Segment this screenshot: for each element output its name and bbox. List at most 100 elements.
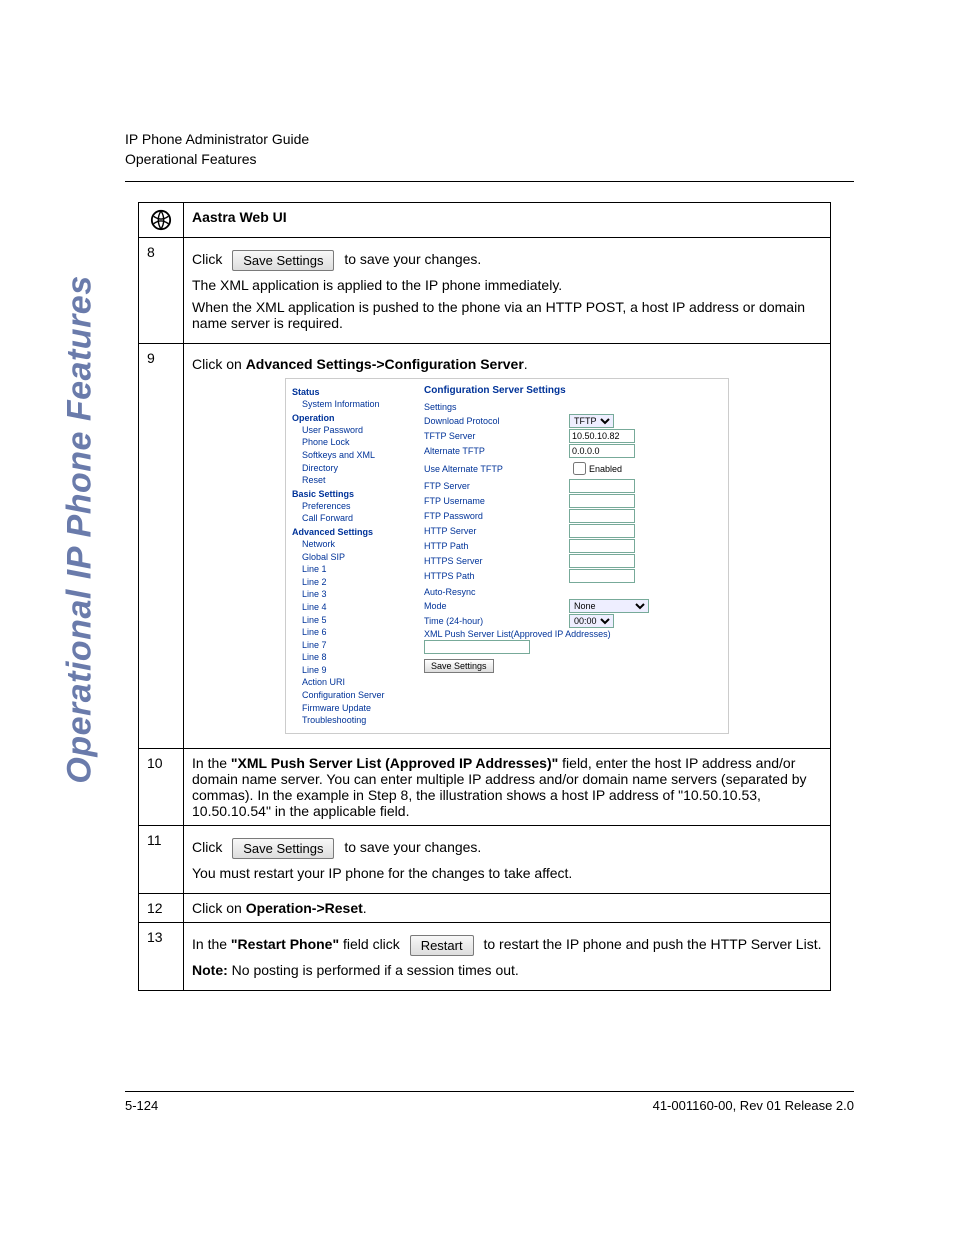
nav-item[interactable]: Call Forward xyxy=(302,512,412,525)
step-num: 8 xyxy=(139,238,184,344)
step-num: 10 xyxy=(139,748,184,825)
field-label: Alternate TFTP xyxy=(424,446,569,456)
protocol-select[interactable]: TFTP xyxy=(569,414,614,428)
title-row: Aastra Web UI xyxy=(139,203,831,238)
text-bold: Operation->Reset xyxy=(246,900,363,916)
globe-icon xyxy=(150,209,172,231)
footer-rule xyxy=(125,1091,854,1092)
http-path-input[interactable] xyxy=(569,539,635,553)
field-label: Use Alternate TFTP xyxy=(424,464,569,474)
text: . xyxy=(363,900,367,916)
nav-item[interactable]: Configuration Server xyxy=(302,689,412,702)
nav-item[interactable]: Line 8 xyxy=(302,651,412,664)
text: Click xyxy=(192,839,222,855)
step-num: 13 xyxy=(139,922,184,990)
nav-item[interactable]: Firmware Update xyxy=(302,702,412,715)
nav-heading: Advanced Settings xyxy=(292,527,412,537)
table-row: 9 Click on Advanced Settings->Configurat… xyxy=(139,344,831,749)
nav-item[interactable]: Line 6 xyxy=(302,626,412,639)
save-settings-button[interactable]: Save Settings xyxy=(232,250,334,271)
text: Click xyxy=(192,251,222,267)
nav-item[interactable]: Global SIP xyxy=(302,551,412,564)
field-label: HTTPS Path xyxy=(424,571,569,581)
ftp-server-input[interactable] xyxy=(569,479,635,493)
nav-item[interactable]: Line 4 xyxy=(302,601,412,614)
note-label: Note: xyxy=(192,962,228,978)
step-content: Click Save Settings to save your changes… xyxy=(184,238,831,344)
text: In the xyxy=(192,936,231,952)
save-settings-button[interactable]: Save Settings xyxy=(232,838,334,859)
nav-item[interactable]: Line 1 xyxy=(302,563,412,576)
nav-item[interactable]: Troubleshooting xyxy=(302,714,412,727)
field-label: Mode xyxy=(424,601,569,611)
step-num: 9 xyxy=(139,344,184,749)
field-label: Time (24-hour) xyxy=(424,616,569,626)
text: You must restart your IP phone for the c… xyxy=(192,865,822,881)
xml-push-list-input[interactable] xyxy=(424,640,530,654)
text: . xyxy=(524,356,528,372)
header-rule xyxy=(125,181,854,182)
nav-item[interactable]: Line 3 xyxy=(302,588,412,601)
text: to save your changes. xyxy=(344,839,481,855)
text: Click on xyxy=(192,356,246,372)
header-line2: Operational Features xyxy=(125,150,854,170)
nav-item[interactable]: Line 7 xyxy=(302,639,412,652)
nav-item[interactable]: Line 5 xyxy=(302,614,412,627)
nav-item[interactable]: Line 9 xyxy=(302,664,412,677)
nav-item[interactable]: System Information xyxy=(302,398,412,411)
nav-heading: Operation xyxy=(292,413,412,423)
header-line1: IP Phone Administrator Guide xyxy=(125,130,854,150)
step-content: Click Save Settings to save your changes… xyxy=(184,825,831,893)
mode-select[interactable]: None xyxy=(569,599,649,613)
nav-item[interactable]: Action URI xyxy=(302,676,412,689)
nav-item[interactable]: Line 2 xyxy=(302,576,412,589)
ftp-username-input[interactable] xyxy=(569,494,635,508)
text: In the xyxy=(192,755,231,771)
nav-item[interactable]: Network xyxy=(302,538,412,551)
config-column: Configuration Server Settings Settings D… xyxy=(424,385,722,727)
text: field click xyxy=(339,936,400,952)
text: to restart the IP phone and push the HTT… xyxy=(483,936,821,952)
field-label: HTTP Path xyxy=(424,541,569,551)
step-num: 11 xyxy=(139,825,184,893)
nav-item[interactable]: Softkeys and XML xyxy=(302,449,412,462)
step-num: 12 xyxy=(139,893,184,922)
table-row: 12 Click on Operation->Reset. xyxy=(139,893,831,922)
field-label: FTP Password xyxy=(424,511,569,521)
nav-item[interactable]: User Password xyxy=(302,424,412,437)
nav-column: Status System Information Operation User… xyxy=(292,385,412,727)
nav-item[interactable]: Directory xyxy=(302,462,412,475)
text-bold: Advanced Settings->Configuration Server xyxy=(246,356,524,372)
table-row: 11 Click Save Settings to save your chan… xyxy=(139,825,831,893)
footer-right: 41-001160-00, Rev 01 Release 2.0 xyxy=(653,1098,854,1113)
https-server-input[interactable] xyxy=(569,554,635,568)
text: to save your changes. xyxy=(344,251,481,267)
enabled-label: Enabled xyxy=(589,464,622,474)
https-path-input[interactable] xyxy=(569,569,635,583)
config-title: Configuration Server Settings xyxy=(424,385,722,396)
text: Click on xyxy=(192,900,246,916)
use-alt-tftp-checkbox[interactable] xyxy=(573,462,586,475)
nav-item[interactable]: Reset xyxy=(302,474,412,487)
text: No posting is performed if a session tim… xyxy=(228,962,519,978)
field-label: TFTP Server xyxy=(424,431,569,441)
step-content: In the "Restart Phone" field click Resta… xyxy=(184,922,831,990)
footer-left: 5-124 xyxy=(125,1098,158,1113)
config-server-screenshot: Status System Information Operation User… xyxy=(285,378,729,734)
time-select[interactable]: 00:00 xyxy=(569,614,614,628)
http-server-input[interactable] xyxy=(569,524,635,538)
alt-tftp-input[interactable] xyxy=(569,444,635,458)
mini-save-button[interactable]: Save Settings xyxy=(424,659,494,673)
table-row: 13 In the "Restart Phone" field click Re… xyxy=(139,922,831,990)
nav-item[interactable]: Preferences xyxy=(302,500,412,513)
text-bold: "Restart Phone" xyxy=(231,936,339,952)
field-label: HTTPS Server xyxy=(424,556,569,566)
text: When the XML application is pushed to th… xyxy=(192,299,822,331)
ftp-password-input[interactable] xyxy=(569,509,635,523)
table-title: Aastra Web UI xyxy=(184,203,831,238)
restart-button[interactable]: Restart xyxy=(410,935,474,956)
tftp-server-input[interactable] xyxy=(569,429,635,443)
nav-item[interactable]: Phone Lock xyxy=(302,436,412,449)
section-label: Settings xyxy=(424,402,722,412)
text-bold: "XML Push Server List (Approved IP Addre… xyxy=(231,755,558,771)
